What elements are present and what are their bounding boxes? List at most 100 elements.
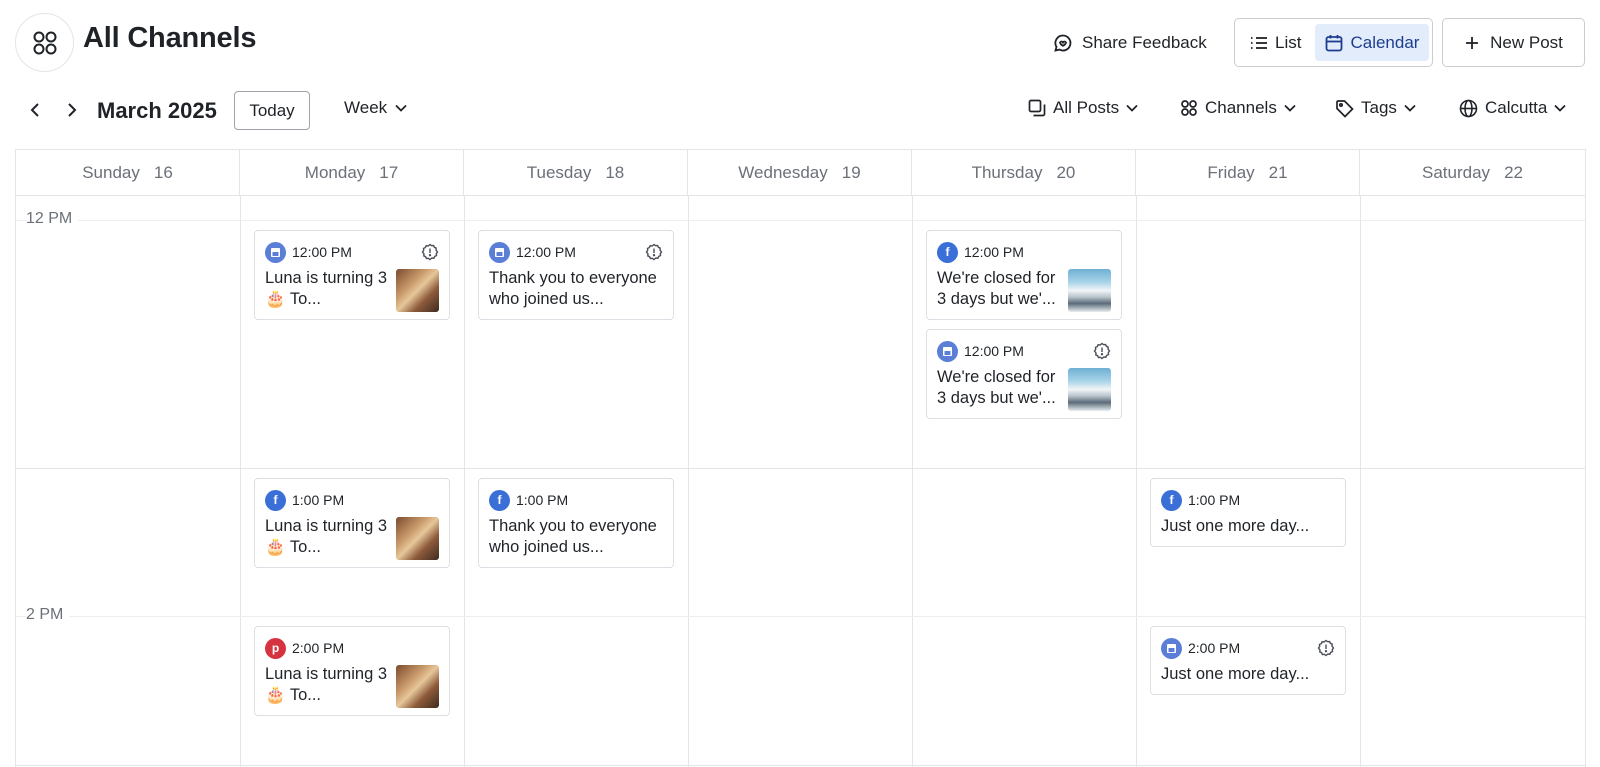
post-thumbnail: [396, 517, 439, 560]
new-post-button[interactable]: New Post: [1442, 18, 1585, 67]
day-header-wednesday: Wednesday 19: [688, 150, 912, 195]
day-name: Sunday: [82, 162, 140, 182]
post-time: 12:00 PM: [516, 244, 576, 260]
chevron-left-icon: [30, 103, 39, 117]
post-thumbnail: [1068, 368, 1111, 411]
day-number: 18: [605, 162, 625, 182]
facebook-icon: f: [265, 489, 286, 511]
posts-stack-icon: [1028, 99, 1046, 117]
channels-filter[interactable]: Channels: [1180, 98, 1296, 118]
range-dropdown-label: Week: [344, 98, 388, 117]
chevron-down-icon: [395, 104, 407, 112]
previous-week-button[interactable]: [25, 98, 45, 122]
time-label-2pm: 2 PM: [26, 606, 70, 624]
day-number: 16: [153, 162, 173, 182]
list-view-button[interactable]: List: [1240, 24, 1311, 61]
post-time: 2:00 PM: [1188, 640, 1241, 656]
warning-gear-icon[interactable]: [421, 243, 439, 261]
channels-filter-label: Channels: [1205, 98, 1277, 117]
timezone-filter[interactable]: Calcutta: [1459, 98, 1567, 118]
tag-icon: [1336, 99, 1354, 118]
post-card[interactable]: p 2:00 PM Luna is turning 3 🎂 To...: [254, 626, 450, 716]
warning-gear-icon[interactable]: [1093, 342, 1111, 360]
list-icon: [1251, 36, 1267, 49]
post-text: We're closed for 3 days but we'...: [937, 269, 1056, 308]
business-profile-icon: [265, 241, 286, 263]
new-post-label: New Post: [1490, 32, 1563, 52]
post-thumbnail: [396, 665, 439, 708]
current-month-label: March 2025: [97, 98, 217, 123]
business-profile-icon: [937, 340, 958, 362]
post-time: 1:00 PM: [516, 492, 569, 508]
post-card[interactable]: 2:00 PM Just one more day...: [1150, 626, 1346, 695]
column-divider: [1360, 195, 1361, 767]
column-divider: [464, 195, 465, 767]
post-time: 1:00 PM: [292, 492, 345, 508]
today-button[interactable]: Today: [234, 91, 310, 130]
column-divider: [912, 195, 913, 767]
day-name: Thursday: [971, 162, 1043, 182]
day-name: Monday: [304, 162, 366, 182]
post-card[interactable]: f 1:00 PM Just one more day...: [1150, 478, 1346, 547]
calendar-icon: [1326, 34, 1343, 51]
facebook-icon: f: [489, 489, 510, 511]
post-time: 12:00 PM: [292, 244, 352, 260]
day-number: 22: [1504, 162, 1523, 182]
hour-divider: [16, 468, 1585, 469]
post-card[interactable]: f 1:00 PM Luna is turning 3 🎂 To...: [254, 478, 450, 568]
column-divider: [1136, 195, 1137, 767]
hour-divider: [16, 765, 1585, 766]
chevron-down-icon: [1284, 104, 1296, 112]
chevron-down-icon: [1126, 104, 1138, 112]
post-time: 12:00 PM: [964, 244, 1024, 260]
warning-gear-icon[interactable]: [645, 243, 663, 261]
day-header-friday: Friday 21: [1136, 150, 1360, 195]
post-thumbnail: [396, 269, 439, 312]
day-name: Tuesday: [526, 162, 592, 182]
post-text: Just one more day...: [1161, 517, 1310, 535]
list-view-label: List: [1275, 32, 1302, 52]
tags-filter-label: Tags: [1361, 98, 1397, 117]
post-card[interactable]: 12:00 PM Luna is turning 3 🎂 To...: [254, 230, 450, 320]
post-card[interactable]: f 1:00 PM Thank you to everyone who join…: [478, 478, 674, 568]
warning-gear-icon[interactable]: [1317, 639, 1335, 657]
next-week-button[interactable]: [62, 98, 82, 122]
chevron-down-icon: [1554, 104, 1567, 112]
tags-filter[interactable]: Tags: [1335, 98, 1416, 118]
post-text: Thank you to everyone who joined us...: [489, 517, 657, 556]
range-dropdown[interactable]: Week: [344, 98, 407, 118]
share-feedback-button[interactable]: Share Feedback: [1053, 30, 1207, 56]
post-card[interactable]: 12:00 PM We're closed for 3 days but we'…: [926, 329, 1122, 419]
day-header-monday: Monday 17: [240, 150, 464, 195]
business-profile-icon: [489, 241, 510, 263]
day-header-saturday: Saturday 22: [1360, 150, 1585, 195]
share-feedback-label: Share Feedback: [1082, 33, 1207, 52]
post-card[interactable]: 12:00 PM Thank you to everyone who joine…: [478, 230, 674, 320]
chevron-right-icon: [68, 103, 77, 117]
day-number: 17: [379, 162, 399, 182]
post-text: Thank you to everyone who joined us...: [489, 269, 657, 308]
day-number: 20: [1056, 162, 1076, 182]
post-time: 2:00 PM: [292, 640, 345, 656]
post-text: We're closed for 3 days but we'...: [937, 368, 1056, 407]
calendar-view-button[interactable]: Calendar: [1315, 24, 1430, 61]
all-posts-filter-label: All Posts: [1053, 98, 1120, 117]
grid-icon: [33, 31, 56, 54]
facebook-icon: f: [937, 241, 958, 263]
time-label-12pm: 12 PM: [26, 210, 79, 228]
day-name: Friday: [1207, 162, 1255, 182]
channels-app-icon[interactable]: [15, 13, 74, 72]
calendar-view-label: Calendar: [1350, 32, 1420, 52]
day-number: 19: [841, 162, 861, 182]
day-name: Wednesday: [738, 162, 828, 182]
time-rule-12pm: [16, 220, 1585, 221]
post-thumbnail: [1068, 269, 1111, 312]
post-time: 12:00 PM: [964, 343, 1024, 359]
facebook-icon: f: [1161, 489, 1182, 511]
page-title: All Channels: [83, 22, 257, 54]
post-card[interactable]: f 12:00 PM We're closed for 3 days but w…: [926, 230, 1122, 320]
all-posts-filter[interactable]: All Posts: [1028, 98, 1138, 118]
timezone-filter-label: Calcutta: [1485, 98, 1548, 117]
column-divider: [240, 195, 241, 767]
globe-icon: [1459, 99, 1478, 117]
